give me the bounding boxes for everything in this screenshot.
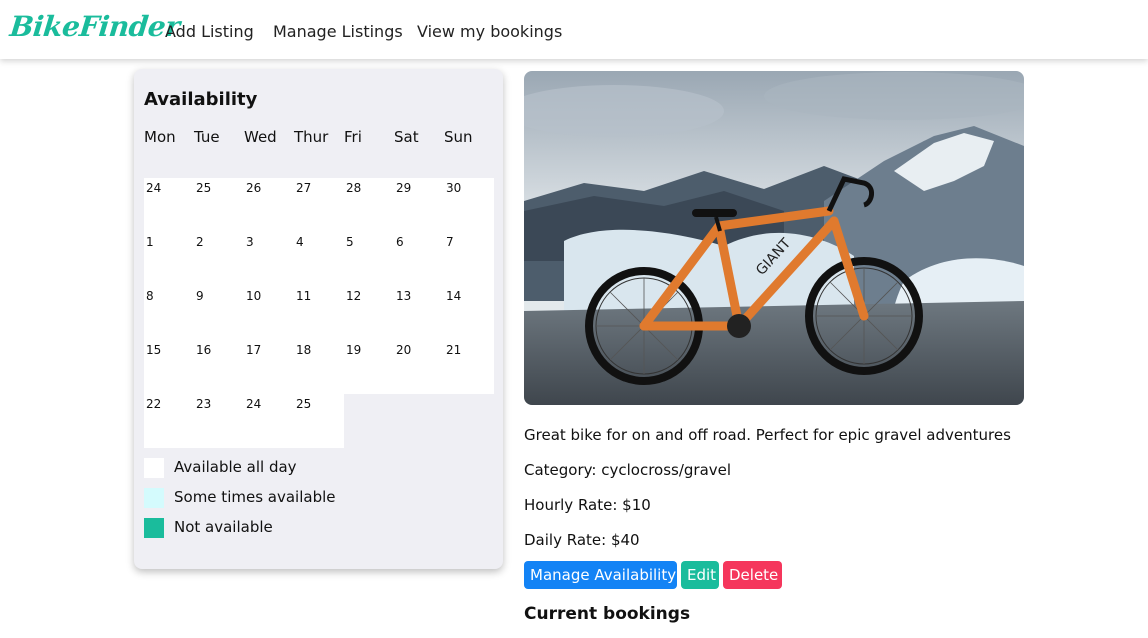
calendar-date: 1: [146, 235, 154, 249]
calendar-date: 28: [346, 181, 362, 195]
calendar-date: 30: [446, 181, 462, 195]
calendar-day[interactable]: 9: [194, 286, 244, 340]
calendar-date: 23: [196, 397, 212, 411]
edit-button[interactable]: Edit: [681, 561, 719, 589]
calendar-date: 22: [146, 397, 162, 411]
calendar-date: 2: [196, 235, 204, 249]
day-header-fri: Fri: [344, 128, 362, 146]
calendar-date: 21: [446, 343, 462, 357]
legend-label-partial: Some times available: [174, 488, 336, 506]
calendar-day[interactable]: 11: [294, 286, 344, 340]
nav-add-listing[interactable]: Add Listing: [165, 22, 254, 41]
manage-availability-button[interactable]: Manage Availability: [524, 561, 677, 589]
calendar-day[interactable]: 5: [344, 232, 394, 286]
delete-button[interactable]: Delete: [723, 561, 782, 589]
calendar-date: 15: [146, 343, 162, 357]
calendar-day[interactable]: 14: [444, 286, 494, 340]
calendar-day[interactable]: 8: [144, 286, 194, 340]
calendar-day[interactable]: 17: [244, 340, 294, 394]
calendar-date: 19: [346, 343, 362, 357]
calendar-date: 7: [446, 235, 454, 249]
calendar-date: 26: [246, 181, 262, 195]
calendar-day[interactable]: 29: [394, 178, 444, 232]
day-header-mon: Mon: [144, 128, 176, 146]
day-header-tue: Tue: [194, 128, 220, 146]
calendar-day[interactable]: 18: [294, 340, 344, 394]
calendar-date: 29: [396, 181, 412, 195]
calendar-day[interactable]: 24: [144, 178, 194, 232]
calendar-day[interactable]: 22: [144, 394, 194, 448]
listing-category: Category: cyclocross/gravel: [524, 461, 732, 479]
day-header-sat: Sat: [394, 128, 419, 146]
calendar-date: 20: [396, 343, 412, 357]
day-header-wed: Wed: [244, 128, 277, 146]
calendar-day[interactable]: 20: [394, 340, 444, 394]
calendar-day[interactable]: 6: [394, 232, 444, 286]
calendar-date: 3: [246, 235, 254, 249]
calendar-day[interactable]: 25: [294, 394, 344, 448]
calendar-date: 25: [196, 181, 212, 195]
calendar-date: 4: [296, 235, 304, 249]
calendar-date: 24: [246, 397, 262, 411]
calendar-day[interactable]: 19: [344, 340, 394, 394]
calendar-date: 9: [196, 289, 204, 303]
calendar-day[interactable]: 2: [194, 232, 244, 286]
calendar-day[interactable]: 10: [244, 286, 294, 340]
calendar-day[interactable]: 7: [444, 232, 494, 286]
calendar-day[interactable]: 13: [394, 286, 444, 340]
legend-label-available: Available all day: [174, 458, 297, 476]
calendar-day[interactable]: 25: [194, 178, 244, 232]
calendar-day[interactable]: 28: [344, 178, 394, 232]
calendar-day[interactable]: 23: [194, 394, 244, 448]
calendar-date: 8: [146, 289, 154, 303]
nav-manage-listings[interactable]: Manage Listings: [273, 22, 403, 41]
calendar-day[interactable]: 21: [444, 340, 494, 394]
calendar-day[interactable]: 4: [294, 232, 344, 286]
calendar-day[interactable]: 27: [294, 178, 344, 232]
legend-swatch-unavailable: [144, 518, 164, 538]
calendar-date: 14: [446, 289, 462, 303]
calendar-day[interactable]: 26: [244, 178, 294, 232]
calendar-date: 12: [346, 289, 362, 303]
brand-logo[interactable]: BikeFinder: [8, 10, 181, 43]
listing-description: Great bike for on and off road. Perfect …: [524, 426, 1011, 444]
bike-photo-illustration: GIANT: [524, 71, 1024, 405]
legend-label-unavailable: Not available: [174, 518, 273, 536]
bike-photo: GIANT: [524, 71, 1024, 405]
top-navbar: BikeFinder Add Listing Manage Listings V…: [0, 0, 1148, 59]
legend-swatch-partial: [144, 488, 164, 508]
legend-swatch-available: [144, 458, 164, 478]
calendar-date: 6: [396, 235, 404, 249]
calendar-date: 11: [296, 289, 312, 303]
calendar-date: 25: [296, 397, 312, 411]
calendar-day[interactable]: 12: [344, 286, 394, 340]
calendar-date: 17: [246, 343, 262, 357]
calendar-day[interactable]: 16: [194, 340, 244, 394]
calendar-date: 10: [246, 289, 262, 303]
calendar-date: 5: [346, 235, 354, 249]
listing-hourly-rate: Hourly Rate: $10: [524, 496, 651, 514]
current-bookings-title: Current bookings: [524, 604, 691, 624]
calendar-date: 27: [296, 181, 312, 195]
calendar-date: 18: [296, 343, 312, 357]
availability-title: Availability: [144, 89, 258, 110]
day-header-thur: Thur: [294, 128, 329, 146]
calendar-day[interactable]: 24: [244, 394, 294, 448]
nav-view-bookings[interactable]: View my bookings: [417, 22, 562, 41]
availability-card: Availability Mon Tue Wed Thur Fri Sat Su…: [134, 69, 503, 569]
day-header-sun: Sun: [444, 128, 473, 146]
calendar-grid: 24 25 26 27 28 29 30 1 2 3 4 5 6 7 8 9 1…: [144, 178, 494, 448]
calendar-day[interactable]: 3: [244, 232, 294, 286]
calendar-day[interactable]: 1: [144, 232, 194, 286]
calendar-date: 16: [196, 343, 212, 357]
calendar-date: 13: [396, 289, 412, 303]
listing-daily-rate: Daily Rate: $40: [524, 531, 640, 549]
calendar-day[interactable]: 30: [444, 178, 494, 232]
calendar-date: 24: [146, 181, 162, 195]
calendar-day[interactable]: 15: [144, 340, 194, 394]
